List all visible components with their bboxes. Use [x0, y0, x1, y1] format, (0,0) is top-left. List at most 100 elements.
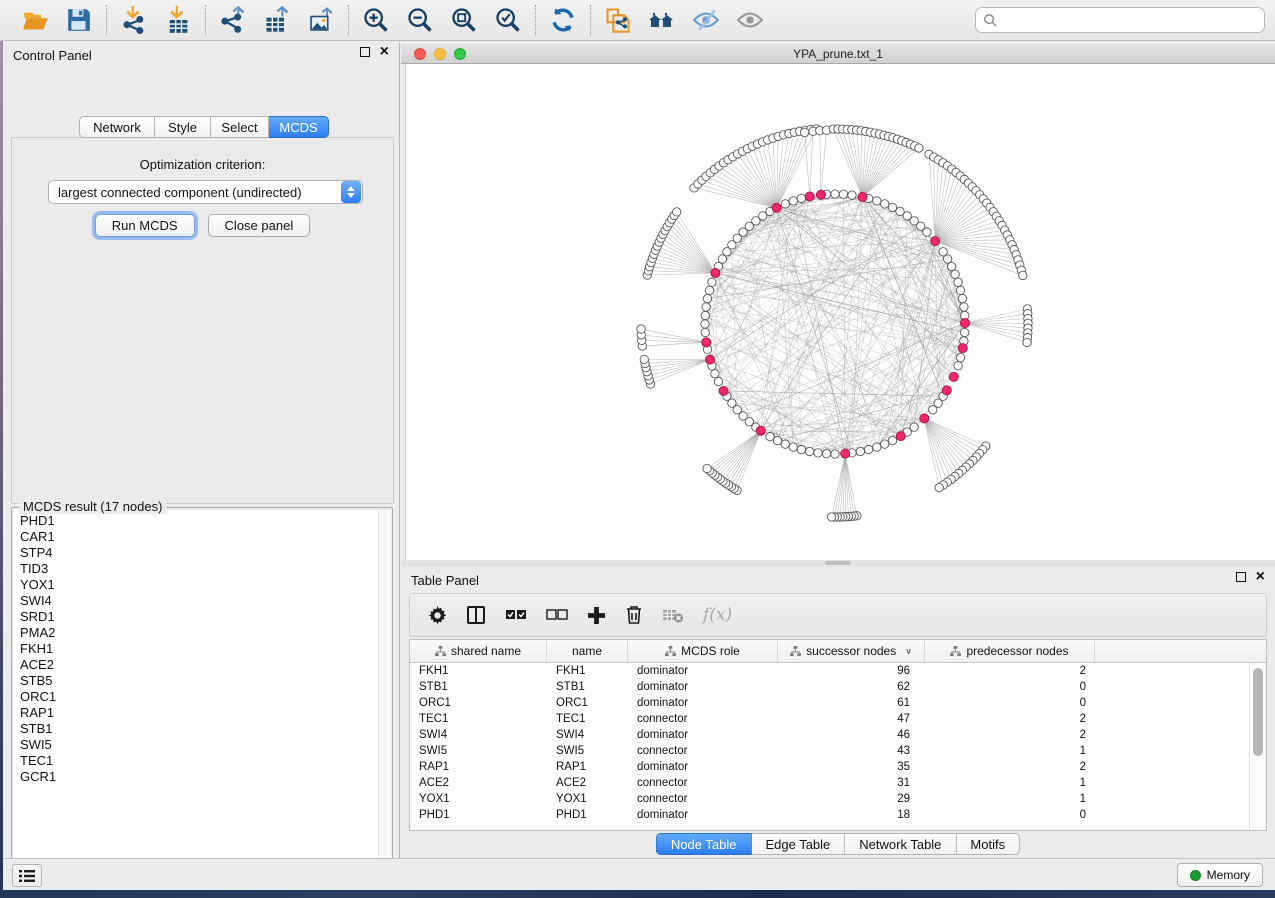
scrollbar-thumb[interactable]: [1253, 668, 1263, 756]
result-item[interactable]: STB1: [20, 721, 391, 737]
memory-button[interactable]: Memory: [1177, 863, 1263, 887]
column-header-name[interactable]: name: [547, 640, 628, 662]
table-row[interactable]: ACE2ACE2connector311: [410, 775, 1249, 791]
result-item[interactable]: STP4: [20, 545, 391, 561]
desktop-wallpaper: [0, 41, 3, 890]
tab-motifs[interactable]: Motifs: [956, 833, 1020, 855]
memory-status-icon: [1190, 870, 1201, 881]
result-item[interactable]: STB5: [20, 673, 391, 689]
show-panel-icon[interactable]: [736, 6, 764, 34]
import-network-icon[interactable]: [120, 6, 148, 34]
gear-icon[interactable]: [428, 606, 447, 625]
import-table-icon[interactable]: [164, 6, 192, 34]
table-row[interactable]: PHD1PHD1dominator180: [410, 807, 1249, 823]
column-header-shared-name[interactable]: shared name: [410, 640, 547, 662]
optimization-criterion-select[interactable]: largest connected component (undirected): [48, 180, 363, 204]
table-cell: 43: [778, 745, 925, 757]
result-item[interactable]: PHD1: [20, 513, 391, 529]
result-item[interactable]: GCR1: [20, 769, 391, 785]
delete-column-icon[interactable]: [625, 605, 643, 625]
float-table-panel-icon[interactable]: [1236, 572, 1246, 582]
table-cell: connector: [628, 713, 778, 725]
export-table-icon[interactable]: [263, 6, 291, 34]
add-column-icon[interactable]: [587, 606, 606, 625]
tab-node-table[interactable]: Node Table: [656, 833, 752, 855]
network-titlebar[interactable]: YPA_prune.txt_1: [401, 44, 1275, 64]
control-panel: Control Panel × Network Style Select MCD…: [3, 42, 400, 858]
result-item[interactable]: SRD1: [20, 609, 391, 625]
tab-style[interactable]: Style: [155, 116, 211, 138]
table-toolbar: f(x): [409, 593, 1267, 637]
table-cell: 2: [925, 729, 1095, 741]
table-row[interactable]: SWI5SWI5connector431: [410, 743, 1249, 759]
refresh-icon[interactable]: [549, 6, 577, 34]
export-image-icon[interactable]: [307, 6, 335, 34]
tab-edge-table[interactable]: Edge Table: [751, 833, 845, 855]
open-session-icon[interactable]: [21, 6, 49, 34]
mcds-result-list[interactable]: PHD1CAR1STP4TID3YOX1SWI4SRD1PMA2FKH1ACE2…: [13, 510, 391, 878]
function-builder-label: f(x): [703, 605, 732, 625]
cytoscape-app: Control Panel × Network Style Select MCD…: [0, 0, 1275, 890]
column-header-predecessor-nodes[interactable]: predecessor nodes: [925, 640, 1095, 662]
result-item[interactable]: TID3: [20, 561, 391, 577]
result-item[interactable]: YOX1: [20, 577, 391, 593]
float-panel-icon[interactable]: [360, 47, 370, 57]
list-icon: [19, 869, 35, 883]
horizontal-splitter[interactable]: [401, 560, 1275, 567]
splitter-handle-icon[interactable]: [825, 561, 851, 565]
close-panel-button[interactable]: Close panel: [208, 214, 311, 237]
result-item[interactable]: FKH1: [20, 641, 391, 657]
table-row[interactable]: STB1STB1dominator620: [410, 679, 1249, 695]
node-table-body[interactable]: FKH1FKH1dominator962STB1STB1dominator620…: [410, 663, 1249, 830]
zoom-out-icon[interactable]: [406, 6, 434, 34]
zoom-selected-icon[interactable]: [494, 6, 522, 34]
run-mcds-button[interactable]: Run MCDS: [95, 214, 195, 237]
result-item[interactable]: SWI5: [20, 737, 391, 753]
result-item[interactable]: SWI4: [20, 593, 391, 609]
table-row[interactable]: TEC1TEC1connector472: [410, 711, 1249, 727]
deselect-all-icon[interactable]: [546, 608, 568, 622]
result-item[interactable]: RAP1: [20, 705, 391, 721]
export-network-icon[interactable]: [219, 6, 247, 34]
table-row[interactable]: RAP1RAP1dominator352: [410, 759, 1249, 775]
network-canvas[interactable]: [405, 64, 1275, 560]
function-builder-icon[interactable]: f(x): [703, 605, 732, 625]
table-row[interactable]: ORC1ORC1dominator610: [410, 695, 1249, 711]
column-header-successor-nodes[interactable]: successor nodes ∨: [778, 640, 925, 662]
result-item[interactable]: PMA2: [20, 625, 391, 641]
search-box[interactable]: [975, 7, 1265, 33]
select-all-icon[interactable]: [505, 608, 527, 622]
table-row[interactable]: YOX1YOX1connector291: [410, 791, 1249, 807]
table-cell: connector: [628, 793, 778, 805]
sort-descending-icon: ∨: [905, 646, 912, 657]
network-graph[interactable]: [406, 64, 1275, 560]
save-session-icon[interactable]: [65, 6, 93, 34]
result-item[interactable]: ACE2: [20, 657, 391, 673]
table-row[interactable]: SWI4SWI4dominator462: [410, 727, 1249, 743]
result-item[interactable]: ORC1: [20, 689, 391, 705]
table-row[interactable]: FKH1FKH1dominator962: [410, 663, 1249, 679]
task-history-button[interactable]: [12, 864, 42, 887]
table-cell: 18: [778, 809, 925, 821]
zoom-fit-icon[interactable]: [450, 6, 478, 34]
search-input[interactable]: [1003, 10, 1264, 30]
tab-network[interactable]: Network: [79, 116, 155, 138]
hide-panel-icon[interactable]: [692, 6, 720, 34]
close-table-panel-icon[interactable]: ×: [1256, 572, 1265, 582]
table-scrollbar[interactable]: [1249, 663, 1266, 830]
result-item[interactable]: CAR1: [20, 529, 391, 545]
result-item[interactable]: TEC1: [20, 753, 391, 769]
result-scrollbar[interactable]: [378, 510, 391, 878]
columns-icon[interactable]: [466, 605, 486, 625]
first-neighbors-icon[interactable]: [648, 6, 676, 34]
zoom-in-icon[interactable]: [362, 6, 390, 34]
tab-network-table[interactable]: Network Table: [845, 833, 956, 855]
column-header-mcds-role[interactable]: MCDS role: [628, 640, 778, 662]
clone-network-icon[interactable]: [604, 6, 632, 34]
close-panel-icon[interactable]: ×: [380, 47, 389, 57]
tab-mcds[interactable]: MCDS: [269, 116, 329, 138]
delete-table-icon[interactable]: [662, 607, 684, 623]
table-cell: FKH1: [547, 665, 628, 677]
tab-select[interactable]: Select: [211, 116, 269, 138]
node-table[interactable]: shared name name MCDS role successor nod…: [409, 639, 1267, 831]
